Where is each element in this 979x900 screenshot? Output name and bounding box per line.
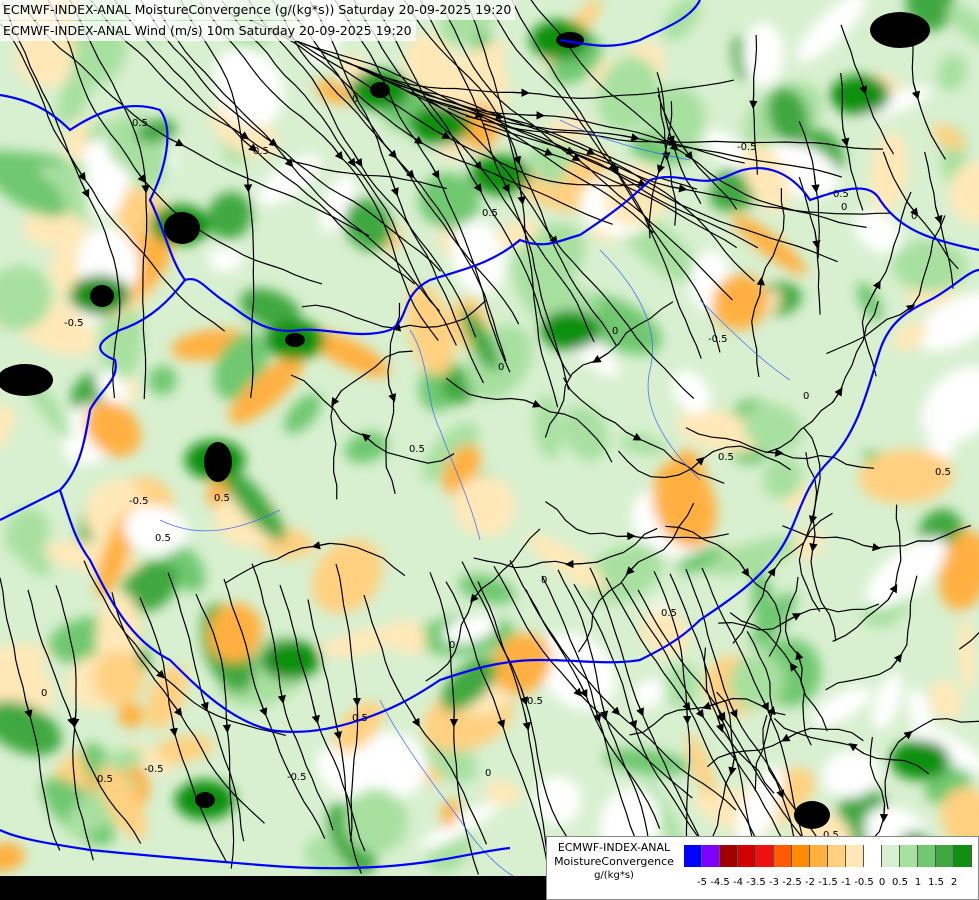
legend-tick-label: -1 bbox=[841, 877, 851, 888]
contour-label: 0.5 bbox=[482, 208, 498, 219]
legend-tick-label: -3.5 bbox=[746, 877, 766, 888]
legend-tick-label: 1 bbox=[914, 877, 922, 888]
extreme-convergence-patch bbox=[90, 285, 114, 307]
legend-tick-label: -1.5 bbox=[818, 877, 838, 888]
extreme-convergence-patch bbox=[164, 212, 200, 244]
convergence-core bbox=[830, 75, 890, 115]
legend-swatch bbox=[900, 845, 918, 867]
contour-label: 0 bbox=[911, 211, 917, 222]
contour-label: -0.5 bbox=[64, 318, 84, 329]
legend-tick-label: -5 bbox=[697, 877, 707, 888]
legend-tick-label: -4.5 bbox=[710, 877, 730, 888]
legend-tick-label: -2 bbox=[805, 877, 815, 888]
streamline-arrow bbox=[526, 111, 545, 120]
legend-tick-label: -0.5 bbox=[854, 877, 874, 888]
legend-swatch bbox=[774, 845, 792, 867]
legend-swatch bbox=[738, 845, 756, 867]
legend-tick-label: -3 bbox=[769, 877, 779, 888]
moisture-convergence-field bbox=[0, 0, 979, 879]
contour-label: 0.5 bbox=[718, 452, 734, 463]
contour-label: 0 bbox=[498, 362, 504, 373]
legend-unit: g/(kg*s) bbox=[594, 870, 634, 881]
contour-label: -0.5 bbox=[287, 772, 307, 783]
contour-label: 0.5 bbox=[661, 608, 677, 619]
contour-label: 0.5 bbox=[833, 189, 849, 200]
legend-swatch bbox=[828, 845, 846, 867]
legend-tick-label: 2 bbox=[950, 877, 958, 888]
legend-tick-label: -2.5 bbox=[782, 877, 802, 888]
legend-color-scale bbox=[684, 845, 972, 867]
streamline-arrow bbox=[565, 559, 584, 569]
convergence-patch bbox=[208, 246, 243, 272]
legend-swatch bbox=[918, 845, 936, 867]
legend-title: ECMWF-INDEX-ANAL MoistureConvergence g/(… bbox=[549, 841, 679, 883]
legend-tick-label: 0 bbox=[878, 877, 886, 888]
contour-label: 0.5 bbox=[253, 146, 269, 157]
legend-parameter-name: MoistureConvergence bbox=[554, 855, 674, 868]
legend-swatch bbox=[936, 845, 954, 867]
legend-swatch bbox=[684, 845, 702, 867]
legend-swatch bbox=[846, 845, 864, 867]
contour-label: 0.5 bbox=[935, 467, 951, 478]
map-title-wind: ECMWF-INDEX-ANAL Wind (m/s) 10m Saturday… bbox=[0, 21, 416, 41]
contour-label: 0 bbox=[612, 326, 618, 337]
extreme-convergence-patch bbox=[195, 792, 215, 808]
extreme-convergence-patch bbox=[285, 333, 305, 347]
contour-label: 0.5 bbox=[527, 696, 543, 707]
convergence-patch bbox=[343, 788, 408, 854]
convergence-core bbox=[260, 640, 320, 680]
contour-label: 0 bbox=[485, 768, 491, 779]
legend-swatch bbox=[792, 845, 810, 867]
contour-label: 0.5 bbox=[97, 774, 113, 785]
streamline-arrow bbox=[511, 88, 530, 97]
contour-label: 0.5 bbox=[409, 444, 425, 455]
extreme-convergence-patch bbox=[870, 12, 930, 48]
contour-label: 0.5 bbox=[214, 493, 230, 504]
contour-label: 0 bbox=[541, 575, 547, 586]
map-title-moisture: ECMWF-INDEX-ANAL MoistureConvergence (g/… bbox=[0, 0, 516, 20]
legend-tick-labels: -5 -4.5 -4 -3.5 -3 -2.5 -2 -1.5 -1 -0.5 0 0.5 1 1.5 2 bbox=[684, 877, 972, 891]
extreme-convergence-patch bbox=[204, 442, 232, 482]
legend-swatch bbox=[720, 845, 738, 867]
legend-tick-label: 1.5 bbox=[928, 877, 944, 888]
convergence-core bbox=[540, 310, 600, 350]
contour-label: -0.5 bbox=[129, 496, 149, 507]
legend-swatch bbox=[702, 845, 720, 867]
legend-tick-label: 0.5 bbox=[892, 877, 908, 888]
contour-label: 0 bbox=[803, 391, 809, 402]
contour-label: -0.5 bbox=[737, 142, 757, 153]
legend-model-name: ECMWF-INDEX-ANAL bbox=[557, 841, 671, 854]
contour-label: 0 bbox=[841, 202, 847, 213]
contour-label: -0.5 bbox=[708, 334, 728, 345]
legend-swatch bbox=[864, 845, 882, 867]
legend-swatch bbox=[882, 845, 900, 867]
contour-label: 0.5 bbox=[132, 118, 148, 129]
streamline-arrow bbox=[682, 706, 692, 725]
color-legend: ECMWF-INDEX-ANAL MoistureConvergence g/(… bbox=[546, 836, 979, 900]
contour-label: 0 bbox=[449, 640, 455, 651]
legend-swatch bbox=[954, 845, 972, 867]
weather-map[interactable]: 0.5 0 -0.5 0 0.5 0 -0.5 0.5 0 0.5 -0.5 0.5 0 0.5 0 -0.5… bbox=[0, 0, 979, 900]
contour-label: 0.5 bbox=[352, 713, 368, 724]
legend-swatch bbox=[810, 845, 828, 867]
contour-label: 0.5 bbox=[155, 533, 171, 544]
convergence-patch bbox=[742, 22, 784, 86]
contour-label: -0.5 bbox=[144, 764, 164, 775]
contour-label: 0 bbox=[352, 94, 358, 105]
legend-tick-label: -4 bbox=[733, 877, 743, 888]
legend-swatch bbox=[756, 845, 774, 867]
contour-label: 0 bbox=[41, 688, 47, 699]
